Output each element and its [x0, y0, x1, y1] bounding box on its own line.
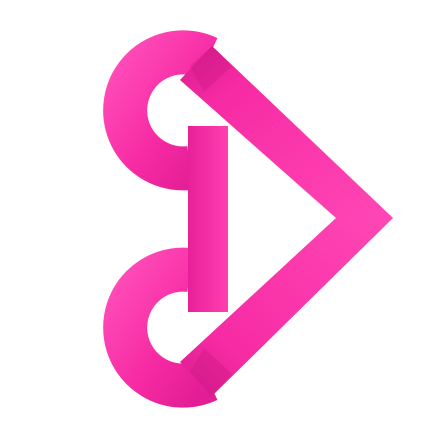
heart-play-logo-icon	[103, 30, 393, 408]
logo-canvas	[0, 0, 438, 438]
center-bar-shape	[188, 126, 228, 312]
